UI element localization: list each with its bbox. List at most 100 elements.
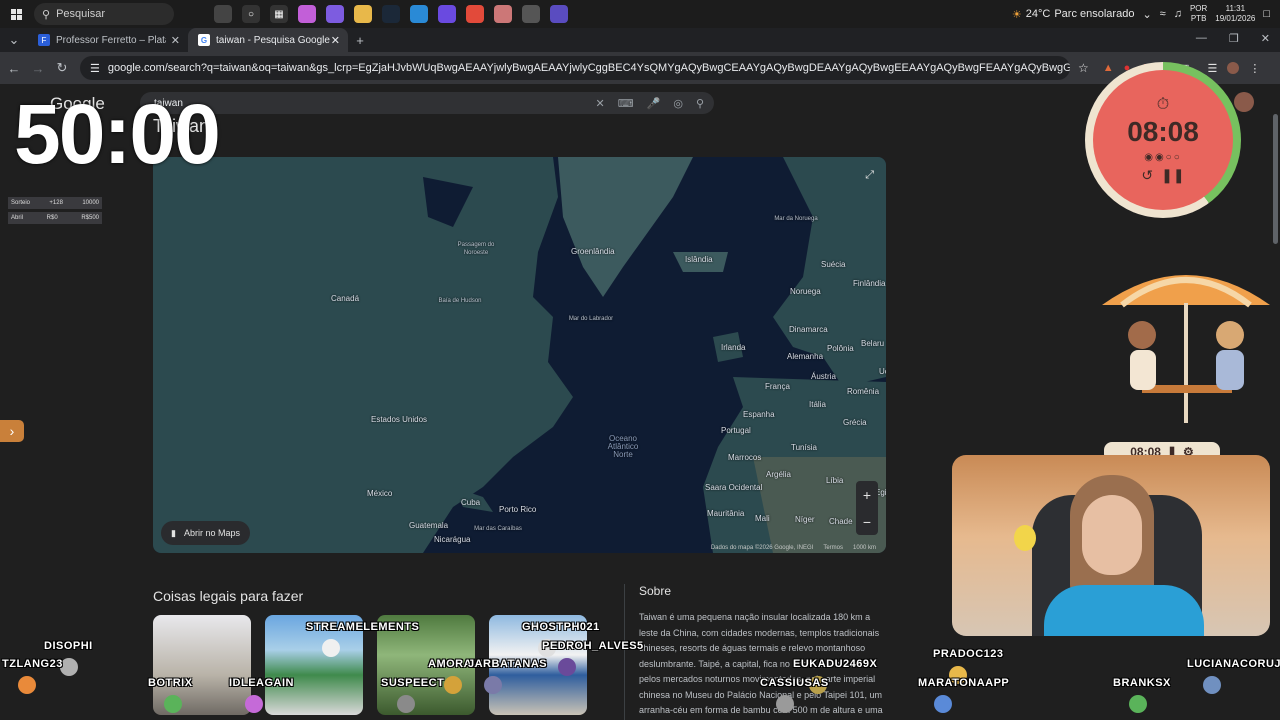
chat-username: DISOPHI bbox=[44, 640, 93, 652]
sorteio-row: Abril R$0 R$500 bbox=[8, 212, 102, 224]
keyboard-icon[interactable]: ⌨ bbox=[618, 97, 634, 110]
extension-fox-icon[interactable]: ▲ bbox=[1103, 62, 1114, 75]
close-tab-icon[interactable]: ✕ bbox=[171, 34, 180, 47]
chevron-right-icon[interactable]: › bbox=[0, 420, 24, 442]
map-label: Passagem do Noroeste bbox=[457, 242, 495, 256]
tab-taiwan-search[interactable]: G taiwan - Pesquisa Google ✕ bbox=[188, 28, 348, 52]
profile-avatar[interactable] bbox=[1227, 61, 1240, 74]
map-label: Espanha bbox=[743, 410, 775, 419]
url-input[interactable]: ☰ google.com/search?q=taiwan&oq=taiwan&g… bbox=[80, 56, 1070, 80]
pomodoro-face: ⏱ 08:08 ◉◉○○ ↺ ❚❚ bbox=[1093, 70, 1233, 210]
taskbar-app-circle[interactable]: ○ bbox=[242, 5, 260, 23]
clear-icon[interactable]: ✕ bbox=[596, 97, 605, 110]
taskbar-app-explorer[interactable] bbox=[354, 5, 372, 23]
map-footer: Dados do mapa ©2026 Google, INEGI Termos… bbox=[711, 545, 876, 551]
expand-map-icon[interactable]: ⤢ bbox=[865, 169, 874, 182]
star-icon[interactable]: ☆ bbox=[1078, 61, 1089, 75]
tray-chevron-icon[interactable]: ⌄ bbox=[1142, 8, 1151, 21]
map-label: Cuba bbox=[461, 498, 481, 507]
chat-username: SUSPEECT bbox=[381, 677, 445, 689]
system-tray: ☀ 24°C Parc ensolarado ⌄ ≈ ♫ POR PTB 11:… bbox=[1012, 0, 1280, 28]
page-scrollbar[interactable] bbox=[1270, 84, 1280, 720]
taskbar-app-profile[interactable] bbox=[214, 5, 232, 23]
about-title: Sobre bbox=[639, 584, 672, 598]
map-label: Mali bbox=[755, 514, 770, 523]
mic-icon[interactable]: 🎤 bbox=[647, 97, 661, 110]
taskbar-app-discord[interactable] bbox=[438, 5, 456, 23]
scrollbar-thumb[interactable] bbox=[1273, 114, 1278, 244]
site-info-icon[interactable]: ☰ bbox=[90, 62, 100, 75]
clock-time: 11:31 bbox=[1225, 4, 1246, 13]
taskbar-app-store[interactable] bbox=[326, 5, 344, 23]
sorteio-value-a: R$0 bbox=[46, 215, 58, 221]
taskbar-search-placeholder: Pesquisar bbox=[56, 8, 105, 20]
map-widget[interactable]: ⤢ Groenlândia Islândia Mar da Noruega Suéci… bbox=[153, 157, 886, 553]
zoom-in-button[interactable]: + bbox=[863, 487, 871, 503]
minimize-icon[interactable]: — bbox=[1196, 32, 1207, 45]
pause-icon: ❚❚ bbox=[1161, 167, 1185, 183]
pomodoro-timer: ⏱ 08:08 ◉◉○○ ↺ ❚❚ bbox=[1085, 62, 1241, 218]
tab-professor-ferretto[interactable]: F Professor Ferretto – Plataforma ✕ bbox=[28, 28, 188, 52]
sorteio-value-a: +128 bbox=[49, 200, 63, 206]
tab-search-chevron-icon[interactable]: ⌄ bbox=[0, 32, 28, 48]
chat-avatar-sprite bbox=[397, 695, 415, 713]
reload-icon[interactable]: ↻ bbox=[50, 60, 74, 76]
chat-username: BRANKSX bbox=[1113, 677, 1171, 689]
language-indicator[interactable]: POR PTB bbox=[1190, 4, 1207, 24]
account-avatar[interactable] bbox=[1234, 92, 1254, 112]
map-label: Guatemala bbox=[409, 521, 449, 530]
maximize-icon[interactable]: ❐ bbox=[1229, 32, 1239, 45]
wifi-icon[interactable]: ≈ bbox=[1160, 8, 1166, 20]
search-actions: ✕ ⌨ 🎤 ◎ ⚲ bbox=[596, 97, 704, 110]
map-label: Tunísia bbox=[791, 443, 817, 452]
taskbar-app-streamdeck[interactable] bbox=[550, 5, 568, 23]
search-input[interactable]: taiwan ✕ ⌨ 🎤 ◎ ⚲ bbox=[140, 92, 714, 114]
taskbar-app-edge[interactable] bbox=[410, 5, 428, 23]
lens-icon[interactable]: ◎ bbox=[673, 97, 683, 110]
menu-icon[interactable]: ⋮ bbox=[1249, 62, 1260, 75]
lang-line1: POR bbox=[1189, 4, 1208, 13]
reading-list-icon[interactable]: ☰ bbox=[1208, 62, 1218, 75]
taskbar-app-taskview[interactable]: ▦ bbox=[270, 5, 288, 23]
search-icon[interactable]: ⚲ bbox=[696, 97, 704, 110]
chat-avatar-sprite bbox=[322, 639, 340, 657]
taskbar-app-obs[interactable] bbox=[494, 5, 512, 23]
streamer-shirt bbox=[1044, 585, 1204, 636]
zoom-out-button[interactable]: − bbox=[863, 514, 871, 530]
taskbar-app-chrome[interactable] bbox=[466, 5, 484, 23]
map-scale: 1000 km bbox=[852, 545, 876, 551]
map-terms-link[interactable]: Termos bbox=[823, 545, 843, 551]
map-label: Grécia bbox=[843, 418, 867, 427]
chat-avatar-sprite bbox=[164, 695, 182, 713]
weather-icon: ☀ bbox=[1011, 8, 1022, 21]
volume-icon[interactable]: ♫ bbox=[1174, 8, 1182, 20]
clock-date: 19/01/2026 bbox=[1215, 14, 1256, 23]
new-tab-icon[interactable]: + bbox=[348, 33, 372, 48]
open-maps-label: Abrir no Maps bbox=[183, 528, 240, 538]
back-icon[interactable]: ← bbox=[2, 61, 26, 76]
close-tab-icon[interactable]: ✕ bbox=[331, 34, 340, 47]
forward-icon[interactable]: → bbox=[26, 61, 50, 76]
weather-widget[interactable]: ☀ 24°C Parc ensolarado bbox=[1012, 8, 1135, 21]
chat-avatar-sprite bbox=[934, 695, 952, 713]
address-bar-row: ← → ↻ ☰ google.com/search?q=taiwan&oq=ta… bbox=[0, 52, 1280, 84]
taskbar-search[interactable]: ⚲ Pesquisar bbox=[34, 3, 174, 25]
map-label: Mar do Labrador bbox=[568, 316, 614, 322]
chat-avatar-sprite bbox=[558, 658, 576, 676]
windows-icon[interactable] bbox=[0, 0, 32, 28]
taskbar-app-misc[interactable] bbox=[522, 5, 540, 23]
taskbar-app-steam[interactable] bbox=[382, 5, 400, 23]
taskbar-app-copilot[interactable] bbox=[298, 5, 316, 23]
map-label: Groenlândia bbox=[571, 247, 615, 256]
weather-temp: 24°C bbox=[1025, 8, 1051, 20]
notification-icon[interactable]: □ bbox=[1263, 8, 1270, 20]
chat-username: GHOSTPH021 bbox=[522, 621, 600, 633]
clock[interactable]: 11:31 19/01/2026 bbox=[1215, 4, 1255, 24]
map-attribution: Dados do mapa ©2026 Google, INEGI bbox=[710, 545, 814, 551]
sorteio-widget: Sorteio +128 10000 Abril R$0 R$500 bbox=[8, 197, 102, 227]
map-label: França bbox=[765, 382, 790, 391]
close-window-icon[interactable]: ✕ bbox=[1261, 32, 1270, 45]
tab-strip: ⌄ F Professor Ferretto – Plataforma ✕ G … bbox=[0, 28, 1280, 52]
map-label: Marrocos bbox=[728, 453, 762, 462]
open-in-maps-button[interactable]: ▮ Abrir no Maps bbox=[161, 521, 250, 545]
